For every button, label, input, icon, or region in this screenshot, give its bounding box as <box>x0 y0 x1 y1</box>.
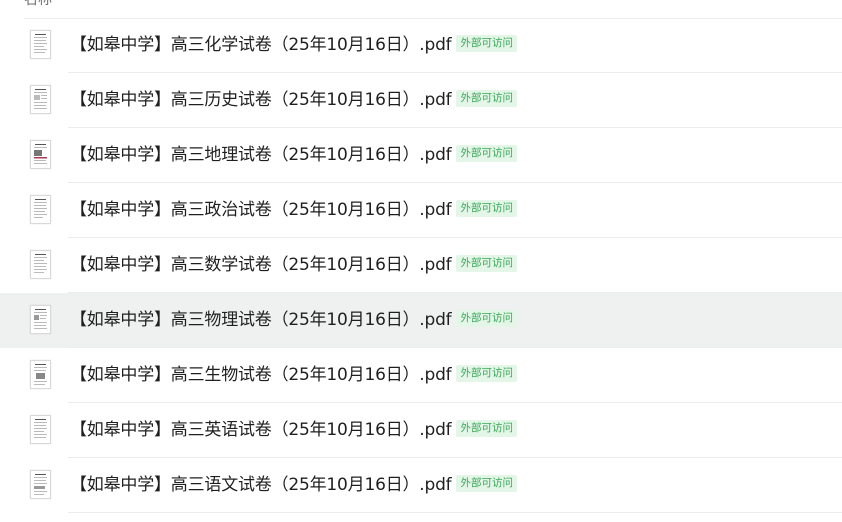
file-row[interactable]: 【如皋中学】高三地理试卷（25年10月16日）.pdf 外部可访问 <box>0 128 842 183</box>
file-name[interactable]: 【如皋中学】高三历史试卷（25年10月16日）.pdf 外部可访问 <box>70 73 517 128</box>
file-name[interactable]: 【如皋中学】高三地理试卷（25年10月16日）.pdf 外部可访问 <box>70 128 517 183</box>
pdf-thumbnail-icon <box>30 470 51 499</box>
pdf-thumbnail-icon <box>30 305 51 334</box>
file-row[interactable]: 【如皋中学】高三历史试卷（25年10月16日）.pdf 外部可访问 <box>0 73 842 128</box>
column-header: 名称 <box>24 0 842 19</box>
external-access-badge: 外部可访问 <box>456 35 517 52</box>
external-access-badge: 外部可访问 <box>456 420 517 437</box>
file-name-text[interactable]: 【如皋中学】高三化学试卷（25年10月16日）.pdf <box>70 35 452 55</box>
external-access-badge: 外部可访问 <box>456 310 517 327</box>
file-name[interactable]: 【如皋中学】高三生物试卷（25年10月16日）.pdf 外部可访问 <box>70 348 517 403</box>
external-access-badge: 外部可访问 <box>456 365 517 382</box>
file-row[interactable]: 【如皋中学】高三政治试卷（25年10月16日）.pdf 外部可访问 <box>0 183 842 238</box>
file-name-text[interactable]: 【如皋中学】高三数学试卷（25年10月16日）.pdf <box>70 255 452 275</box>
file-row[interactable]: 【如皋中学】高三数学试卷（25年10月16日）.pdf 外部可访问 <box>0 238 842 293</box>
file-name[interactable]: 【如皋中学】高三政治试卷（25年10月16日）.pdf 外部可访问 <box>70 183 517 238</box>
file-row[interactable]: 【如皋中学】高三生物试卷（25年10月16日）.pdf 外部可访问 <box>0 348 842 403</box>
file-name-text[interactable]: 【如皋中学】高三物理试卷（25年10月16日）.pdf <box>70 310 452 330</box>
file-list: 【如皋中学】高三化学试卷（25年10月16日）.pdf 外部可访问 【如皋中学】高 <box>0 18 842 513</box>
file-name[interactable]: 【如皋中学】高三化学试卷（25年10月16日）.pdf 外部可访问 <box>70 18 517 73</box>
pdf-thumbnail-icon <box>30 140 51 169</box>
file-row[interactable]: 【如皋中学】高三化学试卷（25年10月16日）.pdf 外部可访问 <box>0 18 842 73</box>
pdf-thumbnail-icon <box>30 250 51 279</box>
file-name-text[interactable]: 【如皋中学】高三历史试卷（25年10月16日）.pdf <box>70 90 452 110</box>
file-row[interactable]: 【如皋中学】高三语文试卷（25年10月16日）.pdf 外部可访问 <box>0 458 842 513</box>
file-row-hovered[interactable]: 【如皋中学】高三物理试卷（25年10月16日）.pdf 外部可访问 <box>0 293 842 348</box>
row-divider <box>68 512 842 513</box>
file-name-text[interactable]: 【如皋中学】高三地理试卷（25年10月16日）.pdf <box>70 145 452 165</box>
file-list-page: 名称 【如皋中学】高三化学试卷（25年10月16日）.pdf 外部可访问 【如皋… <box>0 0 842 522</box>
external-access-badge: 外部可访问 <box>456 475 517 492</box>
file-name-text[interactable]: 【如皋中学】高三语文试卷（25年10月16日）.pdf <box>70 475 452 495</box>
file-name-text[interactable]: 【如皋中学】高三生物试卷（25年10月16日）.pdf <box>70 365 452 385</box>
file-name[interactable]: 【如皋中学】高三物理试卷（25年10月16日）.pdf 外部可访问 <box>70 293 517 348</box>
pdf-thumbnail-icon <box>30 85 51 114</box>
external-access-badge: 外部可访问 <box>456 90 517 107</box>
external-access-badge: 外部可访问 <box>456 200 517 217</box>
pdf-thumbnail-icon <box>30 415 51 444</box>
file-row[interactable]: 【如皋中学】高三英语试卷（25年10月16日）.pdf 外部可访问 <box>0 403 842 458</box>
file-name-text[interactable]: 【如皋中学】高三英语试卷（25年10月16日）.pdf <box>70 420 452 440</box>
file-name[interactable]: 【如皋中学】高三语文试卷（25年10月16日）.pdf 外部可访问 <box>70 458 517 513</box>
external-access-badge: 外部可访问 <box>456 145 517 162</box>
pdf-thumbnail-icon <box>30 360 51 389</box>
file-name-text[interactable]: 【如皋中学】高三政治试卷（25年10月16日）.pdf <box>70 200 452 220</box>
pdf-thumbnail-icon <box>30 195 51 224</box>
file-name[interactable]: 【如皋中学】高三英语试卷（25年10月16日）.pdf 外部可访问 <box>70 403 517 458</box>
column-header-name[interactable]: 名称 <box>24 0 842 10</box>
pdf-thumbnail-icon <box>30 30 51 59</box>
file-name[interactable]: 【如皋中学】高三数学试卷（25年10月16日）.pdf 外部可访问 <box>70 238 517 293</box>
external-access-badge: 外部可访问 <box>456 255 517 272</box>
